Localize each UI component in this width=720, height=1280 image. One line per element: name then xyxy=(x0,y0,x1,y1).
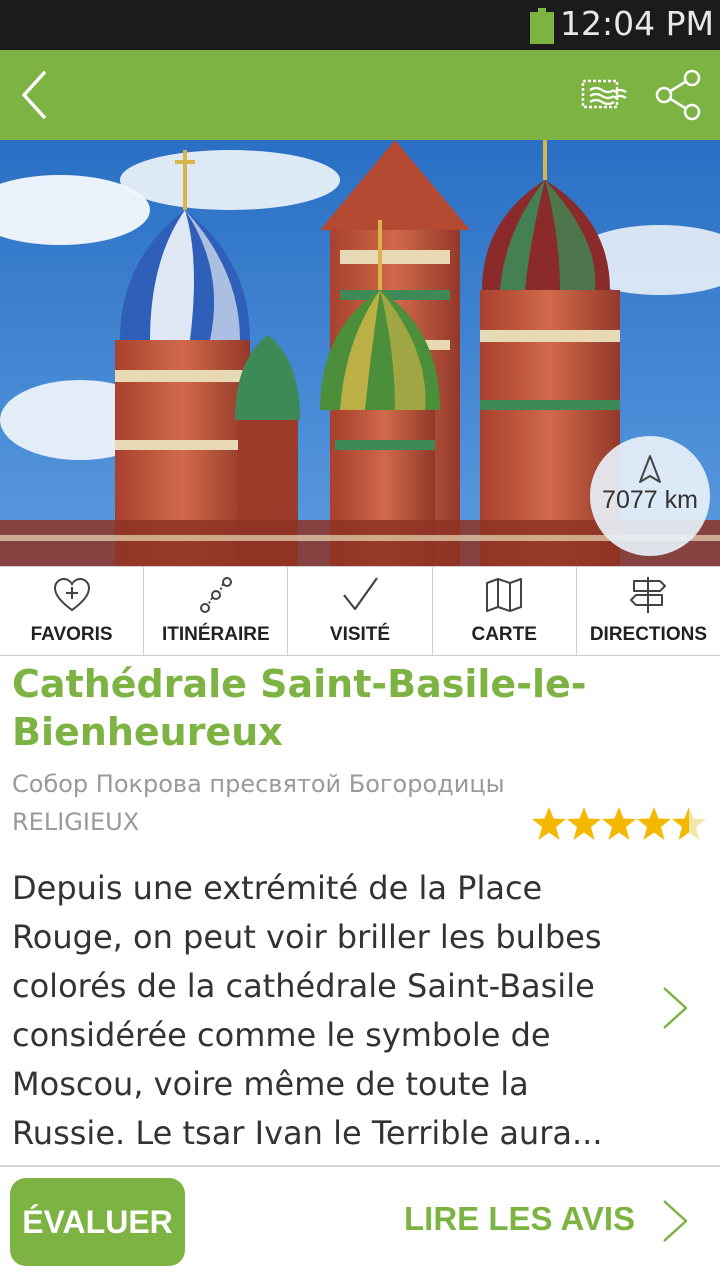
favorites-label: FAVORIS xyxy=(30,624,113,645)
page-title: Cathédrale Saint-Basile-le-Bienheureux xyxy=(12,662,587,754)
read-reviews-link[interactable]: LIRE LES AVIS xyxy=(404,1200,635,1238)
category-label: RELIGIEUX xyxy=(12,808,140,836)
chevron-right-icon[interactable] xyxy=(658,1198,692,1244)
star-rating-icon xyxy=(532,807,706,840)
back-button[interactable] xyxy=(8,65,68,125)
distance-badge: 7077 km xyxy=(590,436,710,556)
rating-stars xyxy=(530,804,710,842)
map-icon xyxy=(486,578,523,612)
itinerary-label: ITINÉRAIRE xyxy=(161,624,270,645)
divider xyxy=(0,1165,720,1167)
favorites-button[interactable]: FAVORIS xyxy=(0,567,145,655)
route-icon xyxy=(199,577,232,613)
chevron-right-icon[interactable] xyxy=(658,985,692,1031)
place-description[interactable]: Depuis une extrémité de la Place Rouge, … xyxy=(12,864,642,1158)
action-bar: FAVORIS ITINÉRAIRE VISITÉ CARTE DIRECTIO… xyxy=(0,566,720,656)
signpost-icon xyxy=(630,577,667,613)
visited-label: VISITÉ xyxy=(329,624,391,645)
share-button[interactable] xyxy=(648,65,708,125)
navigation-arrow-icon xyxy=(639,455,661,483)
battery-icon xyxy=(530,8,554,44)
map-button[interactable]: CARTE xyxy=(433,567,577,655)
visited-button[interactable]: VISITÉ xyxy=(288,567,433,655)
app-bar xyxy=(0,50,720,140)
directions-button[interactable]: DIRECTIONS xyxy=(577,567,720,655)
postcard-button[interactable] xyxy=(574,70,634,120)
distance-value: 7077 km xyxy=(602,486,698,514)
directions-label: DIRECTIONS xyxy=(589,624,707,645)
postcard-icon xyxy=(581,79,627,109)
local-name: Собор Покрова пресвятой Богородицы xyxy=(12,770,505,798)
heart-plus-icon xyxy=(53,577,90,612)
share-icon xyxy=(655,69,701,121)
back-arrow-icon xyxy=(22,71,46,119)
rate-button[interactable]: ÉVALUER xyxy=(10,1178,185,1266)
status-bar: 12:04 PM xyxy=(0,0,720,50)
status-time: 12:04 PM xyxy=(560,4,714,43)
map-label: CARTE xyxy=(471,624,537,645)
itinerary-button[interactable]: ITINÉRAIRE xyxy=(144,567,289,655)
checkmark-icon xyxy=(343,577,378,611)
